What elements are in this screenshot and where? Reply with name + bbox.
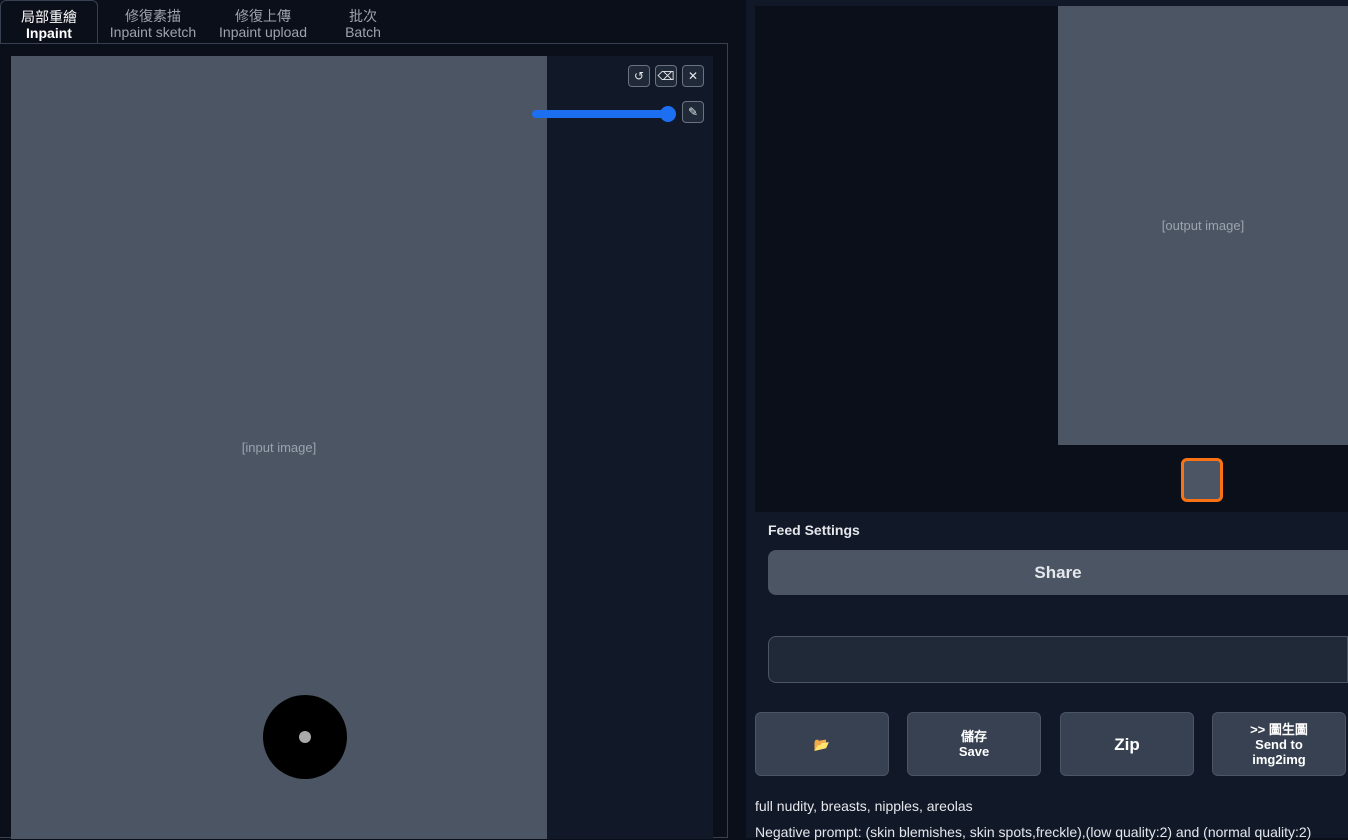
tab-label-zh: 局部重繪: [21, 9, 77, 25]
tab-label-zh: 修復素描: [125, 8, 181, 24]
close-icon[interactable]: ✕: [682, 65, 704, 87]
tab-inpaint[interactable]: 局部重繪 Inpaint: [0, 0, 98, 44]
share-button[interactable]: Share: [768, 550, 1348, 595]
feed-settings-label: Feed Settings: [768, 522, 860, 538]
save-button[interactable]: 儲存 Save: [907, 712, 1041, 776]
tab-label-en: Inpaint: [26, 25, 72, 41]
inpaint-canvas[interactable]: [input image]: [11, 56, 713, 839]
slider-knob[interactable]: [660, 106, 676, 122]
tab-inpaint-upload[interactable]: 修復上傳 Inpaint upload: [208, 0, 318, 44]
tab-label-zh: 批次: [349, 8, 377, 24]
folder-icon: 📂: [813, 736, 831, 752]
send-label-zh: >> 圖生圖: [1250, 721, 1308, 737]
zip-button[interactable]: Zip: [1060, 712, 1194, 776]
output-panel: [output image] Feed Settings Share 📂 儲存 S…: [746, 0, 1348, 840]
tab-label-en: Inpaint upload: [219, 24, 307, 40]
eraser-icon[interactable]: ⌫: [655, 65, 677, 87]
prompt-text: full nudity, breasts, nipples, areolas: [755, 798, 973, 814]
gallery-thumbnail[interactable]: [1181, 458, 1223, 502]
zip-label: Zip: [1114, 734, 1140, 754]
tab-label-en: Batch: [345, 24, 381, 40]
output-gallery: [output image]: [755, 6, 1348, 512]
output-textbox[interactable]: [768, 636, 1348, 683]
tab-inpaint-sketch[interactable]: 修復素描 Inpaint sketch: [98, 0, 208, 44]
tab-bar: 局部重繪 Inpaint 修復素描 Inpaint sketch 修復上傳 Inpai…: [0, 0, 408, 44]
brush-cursor: [263, 695, 347, 779]
send-label-en: Send to img2img: [1252, 736, 1306, 767]
brush-icon[interactable]: ✎: [682, 101, 704, 123]
tab-label-en: Inpaint sketch: [109, 24, 197, 40]
inpaint-panel: [input image] ↺ ⌫ ✕ ✎: [0, 43, 728, 839]
send-to-img2img-button[interactable]: >> 圖生圖 Send to img2img: [1212, 712, 1346, 776]
open-folder-button[interactable]: 📂: [755, 712, 889, 776]
tab-label-zh: 修復上傳: [235, 8, 291, 24]
image-placeholder-label: [input image]: [241, 440, 317, 455]
output-image-placeholder[interactable]: [output image]: [1058, 6, 1348, 445]
brush-size-slider[interactable]: [532, 106, 676, 122]
tab-batch[interactable]: 批次 Batch: [318, 0, 408, 44]
image-placeholder-label: [output image]: [1161, 218, 1245, 233]
undo-icon[interactable]: ↺: [628, 65, 650, 87]
save-label-zh: 儲存: [960, 729, 987, 744]
save-label-en: Save: [958, 744, 990, 759]
